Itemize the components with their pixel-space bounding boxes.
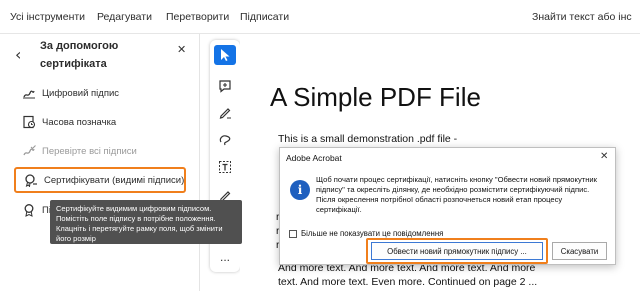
certificate-panel: ‹ За допомогою сертифіката ✕ Цифровий пі… xyxy=(0,34,200,291)
draw-shape-icon[interactable] xyxy=(214,130,236,150)
draw-pen-icon[interactable] xyxy=(214,102,236,122)
panel-title: За допомогою сертифіката xyxy=(40,40,119,70)
acrobat-dialog: Adobe Acrobat ✕ i Щоб почати процес серт… xyxy=(279,147,616,265)
menu-bar: Усі інструменти Редагувати Перетворити П… xyxy=(0,0,640,34)
panel-item-label: Часова позначка xyxy=(42,116,117,128)
checkbox-label: Більше не показувати це повідомлення xyxy=(301,229,444,238)
menu-convert[interactable]: Перетворити xyxy=(166,11,229,23)
checkbox-box[interactable] xyxy=(289,229,297,238)
digital-signature-icon xyxy=(22,86,36,100)
timestamp-icon xyxy=(22,115,36,129)
panel-item-certify-invisible[interactable]: Пі xyxy=(22,200,51,220)
document-line: text. And more text. Even more. Continue… xyxy=(278,276,538,288)
document-intro: This is a small demonstration .pdf file … xyxy=(278,133,458,145)
panel-item-label: Перевірте всі підписи xyxy=(42,145,137,157)
more-tools-icon[interactable]: ... xyxy=(214,247,236,267)
certify-invisible-icon xyxy=(22,203,36,217)
draw-signature-rectangle-button[interactable]: Обвести новий прямокутник підпису ... xyxy=(371,242,543,260)
panel-item-label: Цифровий підпис xyxy=(42,87,120,99)
select-cursor-icon[interactable] xyxy=(214,45,236,65)
panel-item-certify-visible[interactable]: Сертифікувати (видимі підписи) xyxy=(14,167,186,193)
close-icon[interactable]: ✕ xyxy=(177,43,186,56)
text-select-icon[interactable] xyxy=(214,157,236,177)
dialog-message: Щоб почати процес сертифікації, натисніт… xyxy=(316,175,597,214)
search-text-field[interactable]: Знайти текст або інс xyxy=(532,11,632,23)
dialog-close-icon[interactable]: ✕ xyxy=(600,151,608,162)
panel-item-label: Сертифікувати (видимі підписи) xyxy=(44,174,185,186)
panel-item-timestamp[interactable]: Часова позначка xyxy=(22,112,116,132)
menu-all-tools[interactable]: Усі інструменти xyxy=(10,11,85,23)
panel-item-verify-signatures[interactable]: Перевірте всі підписи xyxy=(22,141,137,161)
info-icon: i xyxy=(290,180,310,200)
add-comment-icon[interactable] xyxy=(214,76,236,96)
certify-visible-icon xyxy=(24,173,38,187)
dont-show-again-checkbox[interactable]: Більше не показувати це повідомлення xyxy=(289,229,443,238)
menu-sign[interactable]: Підписати xyxy=(240,11,289,23)
panel-item-digital-signature[interactable]: Цифровий підпис xyxy=(22,83,119,103)
dialog-title: Adobe Acrobat xyxy=(286,153,342,163)
certify-tooltip: Сертифікуйте видимим цифровим підписом. … xyxy=(50,200,242,244)
cancel-button[interactable]: Скасувати xyxy=(552,242,607,260)
document-heading: A Simple PDF File xyxy=(270,82,481,112)
back-arrow-icon[interactable]: ‹ xyxy=(15,45,21,64)
verify-signatures-icon xyxy=(22,144,36,158)
menu-edit[interactable]: Редагувати xyxy=(97,11,152,23)
